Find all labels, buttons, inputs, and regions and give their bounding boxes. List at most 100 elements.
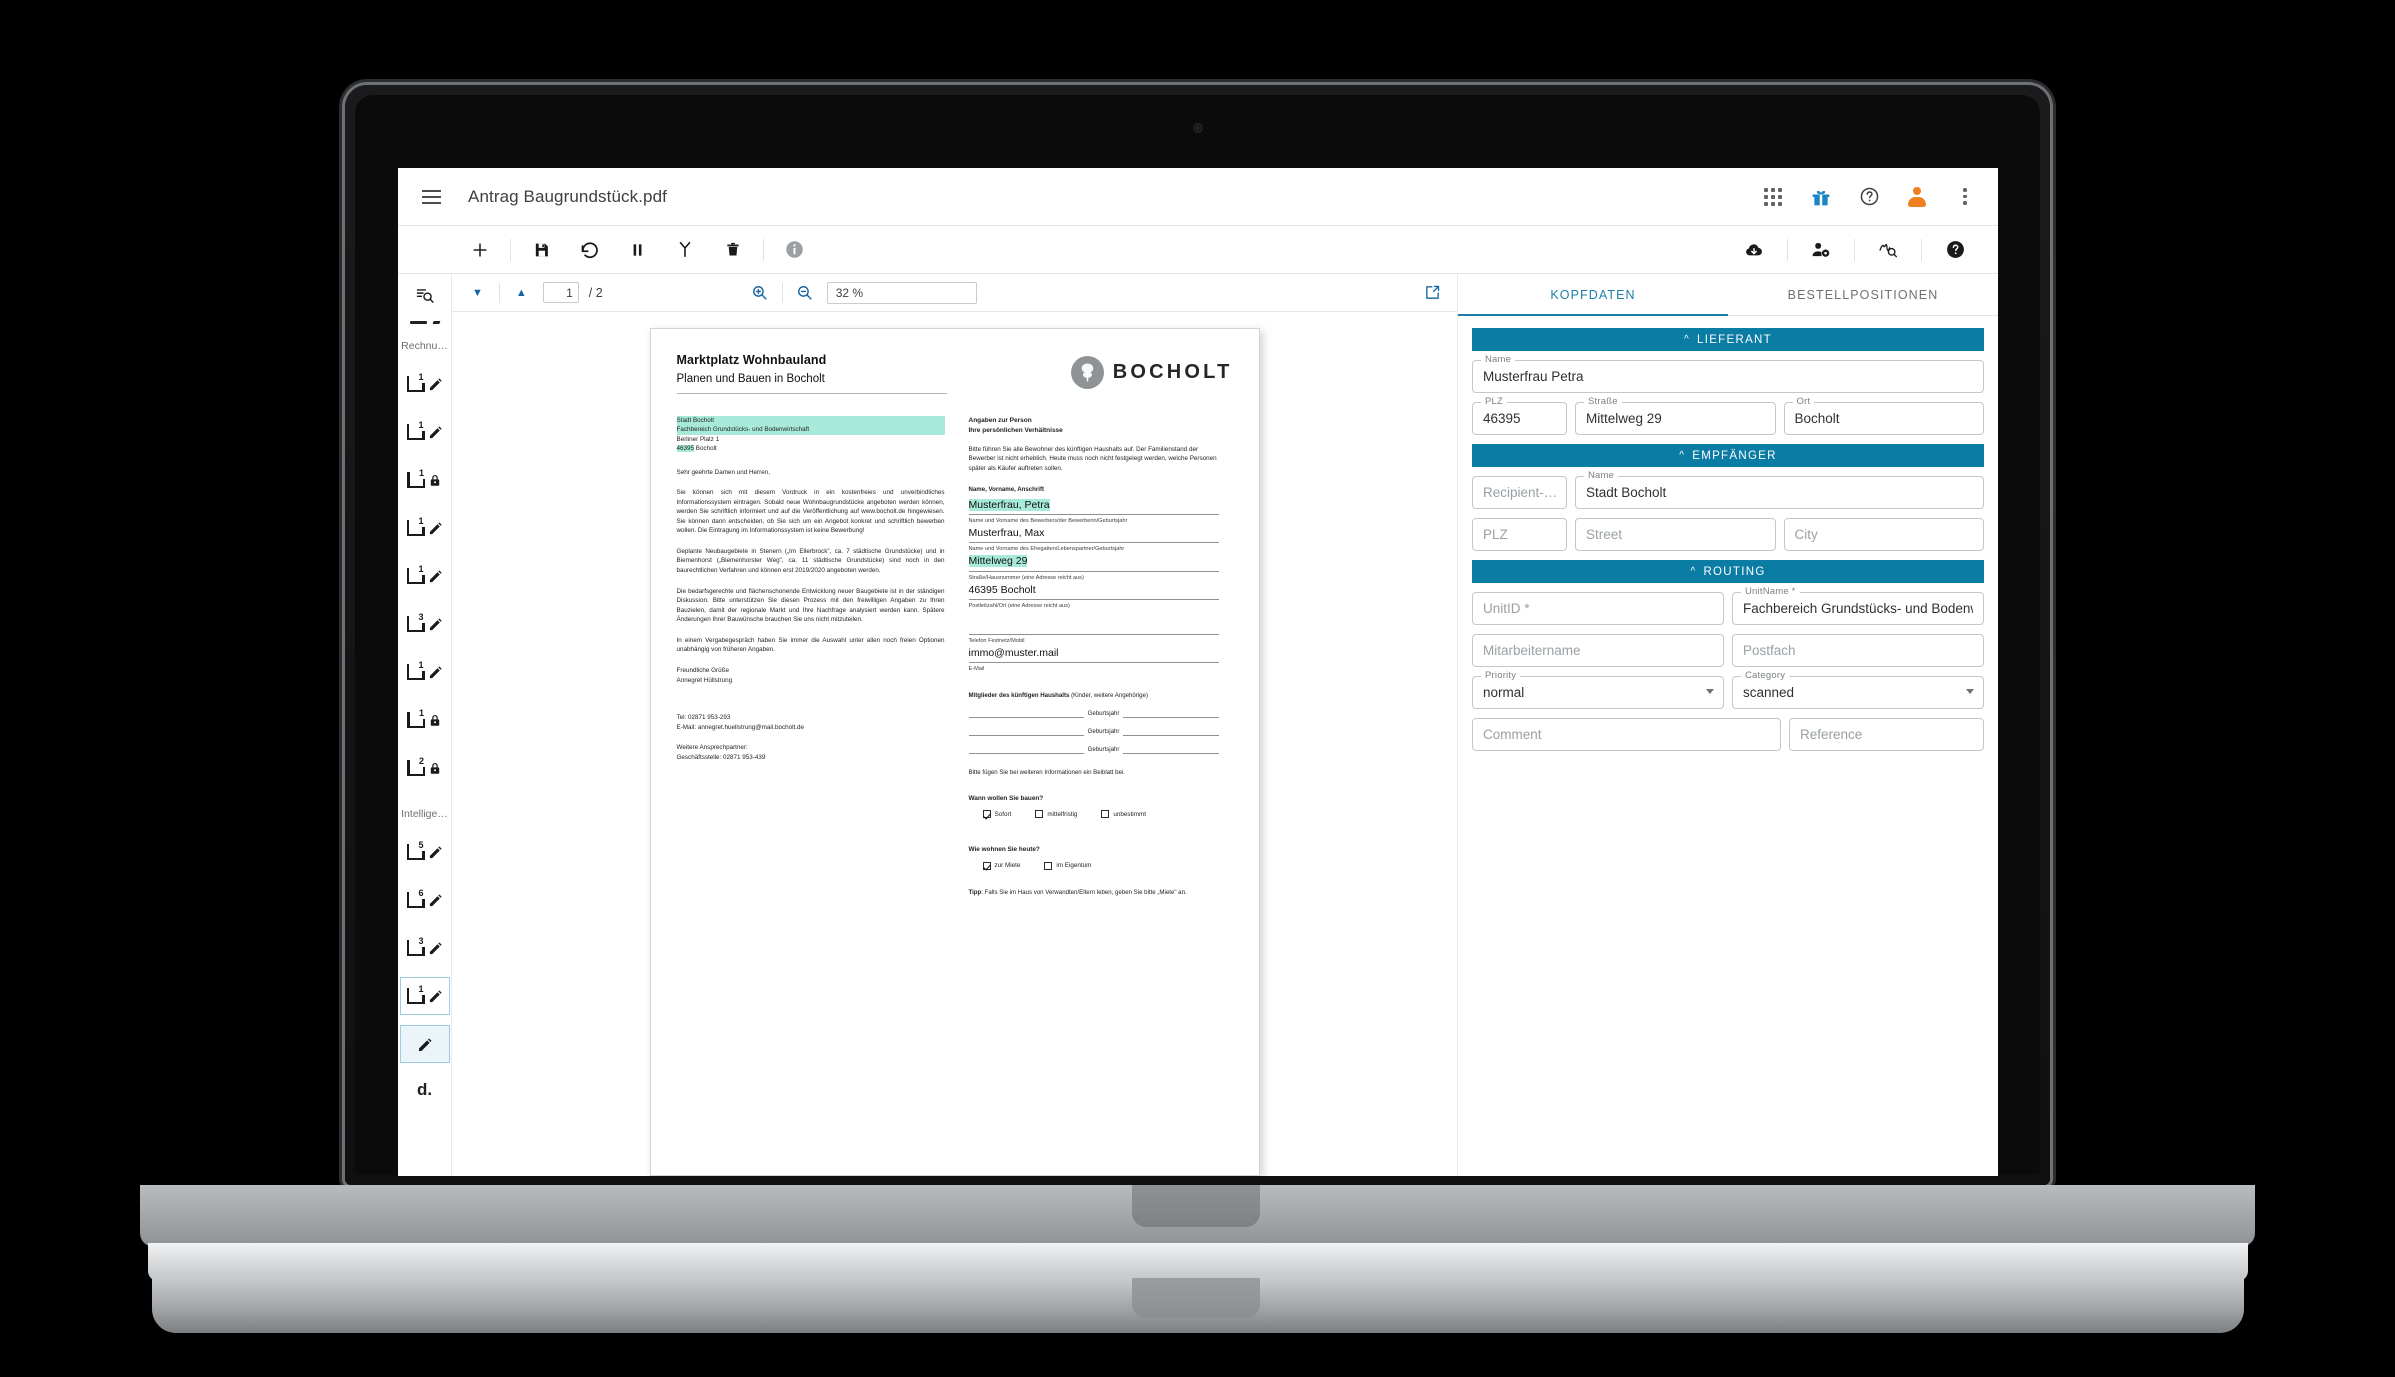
lock-icon[interactable] xyxy=(428,713,442,728)
user-avatar-icon[interactable] xyxy=(1906,186,1928,208)
pdf-canvas[interactable]: Marktplatz Wohnbauland Planen und Bauen … xyxy=(452,312,1457,1176)
edit-pencil-icon[interactable] xyxy=(428,377,443,392)
field-priority[interactable]: Priority xyxy=(1472,670,1724,709)
save-icon[interactable] xyxy=(530,239,552,261)
field-empfaenger-name[interactable]: Name xyxy=(1575,470,1984,509)
tab-bestellpositionen[interactable]: BESTELLPOSITIONEN xyxy=(1728,274,1998,315)
field-postfach[interactable] xyxy=(1732,634,1984,667)
field-empfaenger-plz[interactable] xyxy=(1472,518,1567,551)
field-comment[interactable] xyxy=(1472,718,1781,751)
field-mitarbeitername[interactable] xyxy=(1472,634,1724,667)
signature-search-icon[interactable] xyxy=(1877,239,1899,261)
help-filled-icon[interactable] xyxy=(1944,239,1966,261)
help-circle-icon[interactable] xyxy=(1858,186,1880,208)
edit-pencil-icon[interactable] xyxy=(417,1037,432,1052)
edit-pencil-icon[interactable] xyxy=(428,569,443,584)
edit-pencil-icon[interactable] xyxy=(428,845,443,860)
edit-pencil-icon[interactable] xyxy=(428,989,443,1004)
input-empfaenger-name[interactable] xyxy=(1575,476,1984,509)
field-empfaenger-street[interactable] xyxy=(1575,518,1776,551)
rail-item-selected[interactable]: 1 xyxy=(399,977,450,1015)
input-mitarbeitername[interactable] xyxy=(1472,634,1724,667)
input-recipient-id[interactable] xyxy=(1472,476,1567,509)
chevron-down-icon[interactable] xyxy=(1966,689,1974,694)
checkbox-icon[interactable] xyxy=(982,810,991,819)
rail-item[interactable]: 1 xyxy=(401,558,449,594)
caret-down-icon[interactable]: ▼ xyxy=(466,287,489,299)
input-postfach[interactable] xyxy=(1732,634,1984,667)
field-lieferant-ort[interactable]: Ort xyxy=(1783,396,1984,435)
checkbox-option[interactable]: im Eigentum xyxy=(1044,861,1091,870)
field-category[interactable]: Category xyxy=(1732,670,1984,709)
pause-icon[interactable] xyxy=(626,239,648,261)
input-lieferant-name[interactable] xyxy=(1472,360,1984,393)
input-empfaenger-plz[interactable] xyxy=(1472,518,1567,551)
lock-icon[interactable] xyxy=(428,473,442,488)
input-comment[interactable] xyxy=(1472,718,1781,751)
rail-item[interactable]: 1 xyxy=(401,462,449,498)
more-vertical-icon[interactable] xyxy=(1954,186,1976,208)
gift-icon[interactable] xyxy=(1810,186,1832,208)
lock-icon[interactable] xyxy=(428,761,442,776)
field-empfaenger-city[interactable] xyxy=(1783,518,1984,551)
edit-pencil-icon[interactable] xyxy=(428,425,443,440)
info-icon[interactable] xyxy=(783,239,805,261)
rail-item[interactable]: 1 xyxy=(401,702,449,738)
apps-grid-icon[interactable] xyxy=(1762,186,1784,208)
rail-group-label-intelligent: Intellige… xyxy=(401,808,448,820)
zoom-level-input[interactable] xyxy=(826,281,977,304)
field-reference[interactable] xyxy=(1789,718,1984,751)
split-branch-icon[interactable] xyxy=(674,239,696,261)
rail-item[interactable]: 6 xyxy=(401,882,449,918)
checkbox-option[interactable]: mittelfristig xyxy=(1035,810,1077,819)
rail-item[interactable]: 1 xyxy=(401,414,449,450)
checkbox-option[interactable]: zur Miete xyxy=(982,861,1020,870)
page-number-input[interactable] xyxy=(542,282,579,303)
field-lieferant-plz[interactable]: PLZ xyxy=(1472,396,1567,435)
rail-item[interactable]: 5 xyxy=(401,834,449,870)
hamburger-menu-icon[interactable] xyxy=(410,189,452,204)
user-settings-icon[interactable] xyxy=(1810,239,1832,261)
field-recipient-id[interactable] xyxy=(1472,476,1567,509)
undo-icon[interactable] xyxy=(578,239,600,261)
edit-pencil-icon[interactable] xyxy=(428,521,443,536)
field-unit-id[interactable] xyxy=(1472,592,1724,625)
field-unit-name[interactable]: UnitName * xyxy=(1732,586,1984,625)
checkbox-icon[interactable] xyxy=(1035,810,1044,819)
checkbox-option[interactable]: Sofort xyxy=(982,810,1011,819)
delete-icon[interactable] xyxy=(722,239,744,261)
input-reference[interactable] xyxy=(1789,718,1984,751)
field-lieferant-name[interactable]: Name xyxy=(1472,354,1984,393)
zoom-in-icon[interactable] xyxy=(749,282,771,304)
field-lieferant-strasse[interactable]: Straße xyxy=(1575,396,1776,435)
tab-kopfdaten[interactable]: KOPFDATEN xyxy=(1458,274,1728,316)
checkbox-option[interactable]: unbestimmt xyxy=(1101,810,1146,819)
section-header-empfaenger[interactable]: ^ EMPFÄNGER xyxy=(1472,444,1984,467)
chevron-down-icon[interactable] xyxy=(1706,689,1714,694)
rail-item[interactable]: 1 xyxy=(401,654,449,690)
rail-item[interactable]: 1 xyxy=(401,510,449,546)
input-unit-id[interactable] xyxy=(1472,592,1724,625)
rail-item[interactable]: 3 xyxy=(401,606,449,642)
cloud-download-icon[interactable] xyxy=(1743,239,1765,261)
zoom-out-icon[interactable] xyxy=(794,282,816,304)
rail-item[interactable]: 3 xyxy=(401,930,449,966)
checkbox-icon[interactable] xyxy=(1044,861,1053,870)
add-icon[interactable] xyxy=(469,239,491,261)
input-empfaenger-city[interactable] xyxy=(1783,518,1984,551)
checkbox-icon[interactable] xyxy=(1101,810,1110,819)
input-empfaenger-street[interactable] xyxy=(1575,518,1776,551)
caret-up-icon[interactable]: ▲ xyxy=(510,287,533,299)
open-external-icon[interactable] xyxy=(1421,282,1443,304)
rail-item[interactable]: 2 xyxy=(401,750,449,786)
section-header-routing[interactable]: ^ ROUTING xyxy=(1472,560,1984,583)
edit-pencil-icon[interactable] xyxy=(428,617,443,632)
edit-pencil-icon[interactable] xyxy=(428,665,443,680)
list-search-icon[interactable] xyxy=(414,284,436,306)
checkbox-icon[interactable] xyxy=(982,861,991,870)
section-header-lieferant[interactable]: ^ LIEFERANT xyxy=(1472,328,1984,351)
edit-pencil-icon[interactable] xyxy=(428,893,443,908)
rail-item[interactable]: 1 xyxy=(401,366,449,402)
rail-item-active-edit[interactable] xyxy=(399,1025,450,1063)
edit-pencil-icon[interactable] xyxy=(428,941,443,956)
